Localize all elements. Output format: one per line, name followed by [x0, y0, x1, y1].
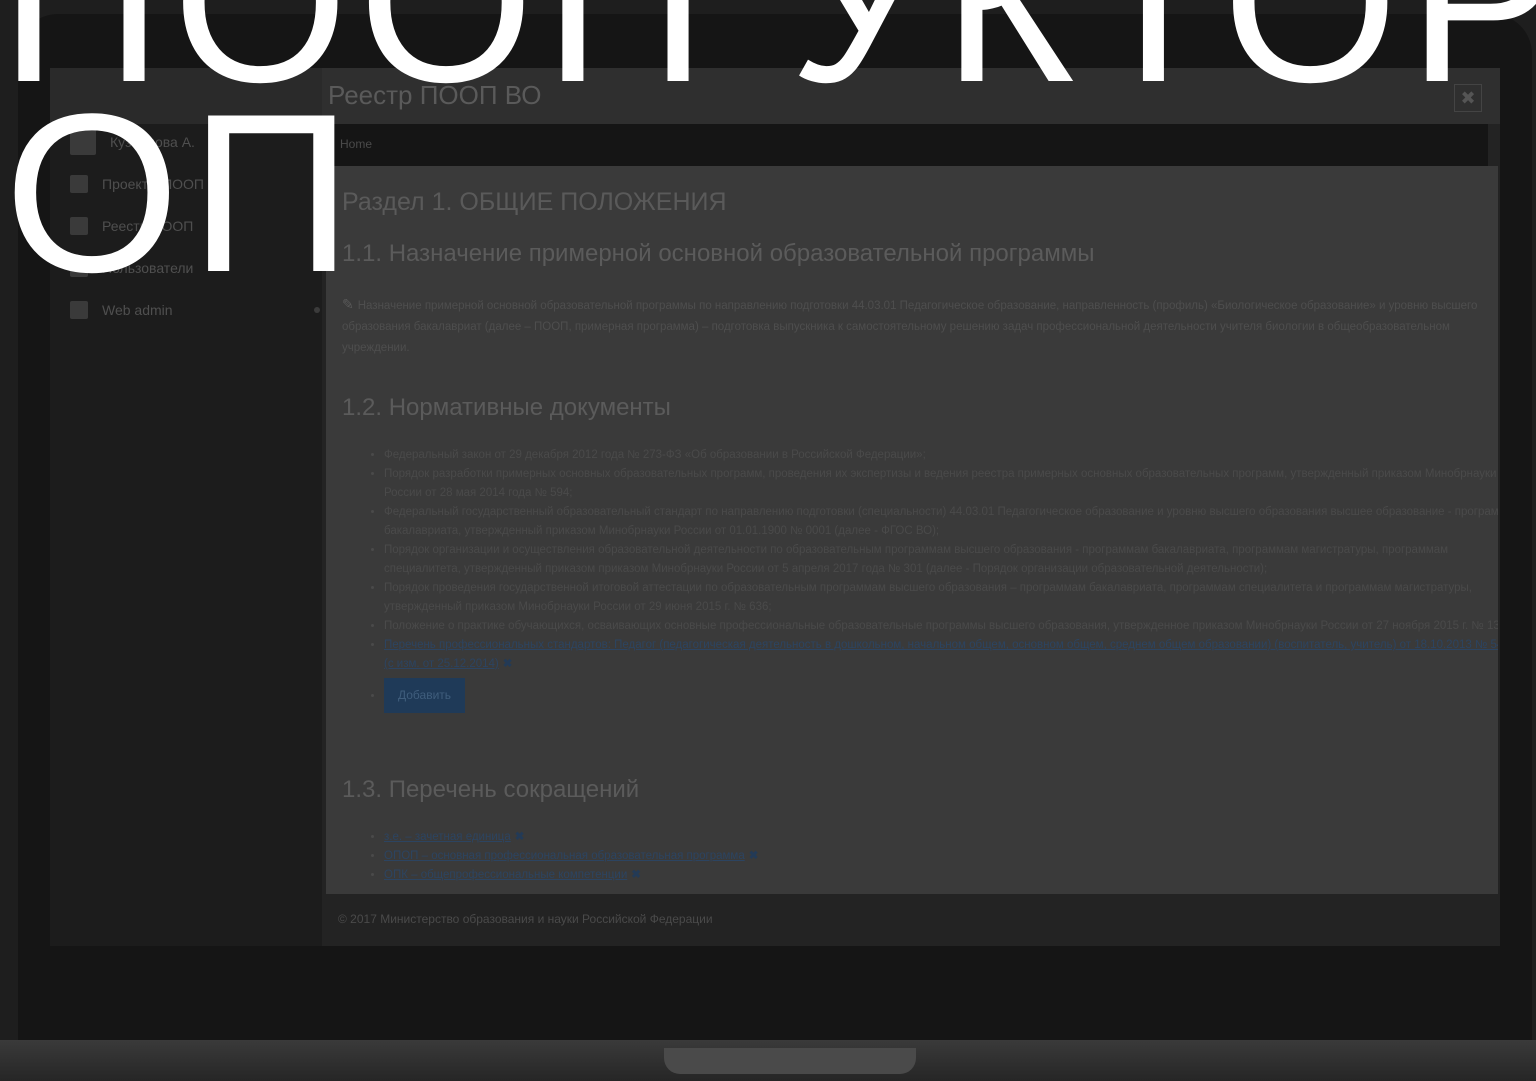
list-item: Положение о практике обучающихся, осваив…: [384, 617, 1498, 636]
list-item: Федеральный закон от 29 декабря 2012 год…: [384, 446, 1498, 465]
heading-purpose: 1.1. Назначение примерной основной образ…: [342, 240, 1095, 267]
purpose-text: Назначение примерной основной образовате…: [342, 300, 1478, 354]
remove-icon[interactable]: ✖: [515, 831, 525, 843]
main-content: Раздел 1. ОБЩИЕ ПОЛОЖЕНИЯ 1.1. Назначени…: [326, 166, 1498, 894]
abbr-link[interactable]: ОПОП – основная профессиональная образов…: [384, 850, 745, 862]
documents-list: Федеральный закон от 29 декабря 2012 год…: [366, 446, 1498, 713]
standards-link[interactable]: Перечень профессиональных стандартов: Пе…: [384, 639, 1498, 670]
list-item-add: Добавить: [384, 674, 1498, 713]
list-item-link: Перечень профессиональных стандартов: Пе…: [384, 636, 1498, 674]
list-item: Порядок разработки примерных основных об…: [384, 465, 1498, 503]
remove-icon[interactable]: ✖: [503, 658, 513, 670]
list-item: ОПК – общепрофессиональные компетенции ✖: [384, 866, 1498, 885]
abbr-link[interactable]: з.е. – зачетная единица: [384, 831, 511, 843]
list-item: Порядок проведения государственной итого…: [384, 579, 1498, 617]
list-item: з.е. – зачетная единица ✖: [384, 828, 1498, 847]
list-item: Федеральный государственный образователь…: [384, 503, 1498, 541]
list-item: Порядок организации и осуществления обра…: [384, 541, 1498, 579]
heading-abbreviations: 1.3. Перечень сокращений: [342, 776, 640, 803]
heading-documents: 1.2. Нормативные документы: [342, 394, 671, 421]
remove-icon[interactable]: ✖: [749, 850, 759, 862]
footer: © 2017 Министерство образования и науки …: [338, 912, 713, 926]
abbreviations-list: з.е. – зачетная единица ✖ ОПОП – основная…: [366, 828, 1498, 885]
overlay-title-line2: ОП: [4, 66, 363, 319]
list-item: ОПОП – основная профессиональная образов…: [384, 847, 1498, 866]
breadcrumb: Home: [326, 124, 1488, 166]
laptop-notch: [664, 1048, 916, 1074]
abbr-link[interactable]: ОПК – общепрофессиональные компетенции: [384, 869, 627, 881]
section-title: Раздел 1. ОБЩИЕ ПОЛОЖЕНИЯ: [342, 188, 727, 216]
remove-icon[interactable]: ✖: [631, 869, 641, 881]
add-button[interactable]: Добавить: [384, 678, 466, 713]
purpose-paragraph: ✎ Назначение примерной основной образоват…: [342, 294, 1498, 359]
